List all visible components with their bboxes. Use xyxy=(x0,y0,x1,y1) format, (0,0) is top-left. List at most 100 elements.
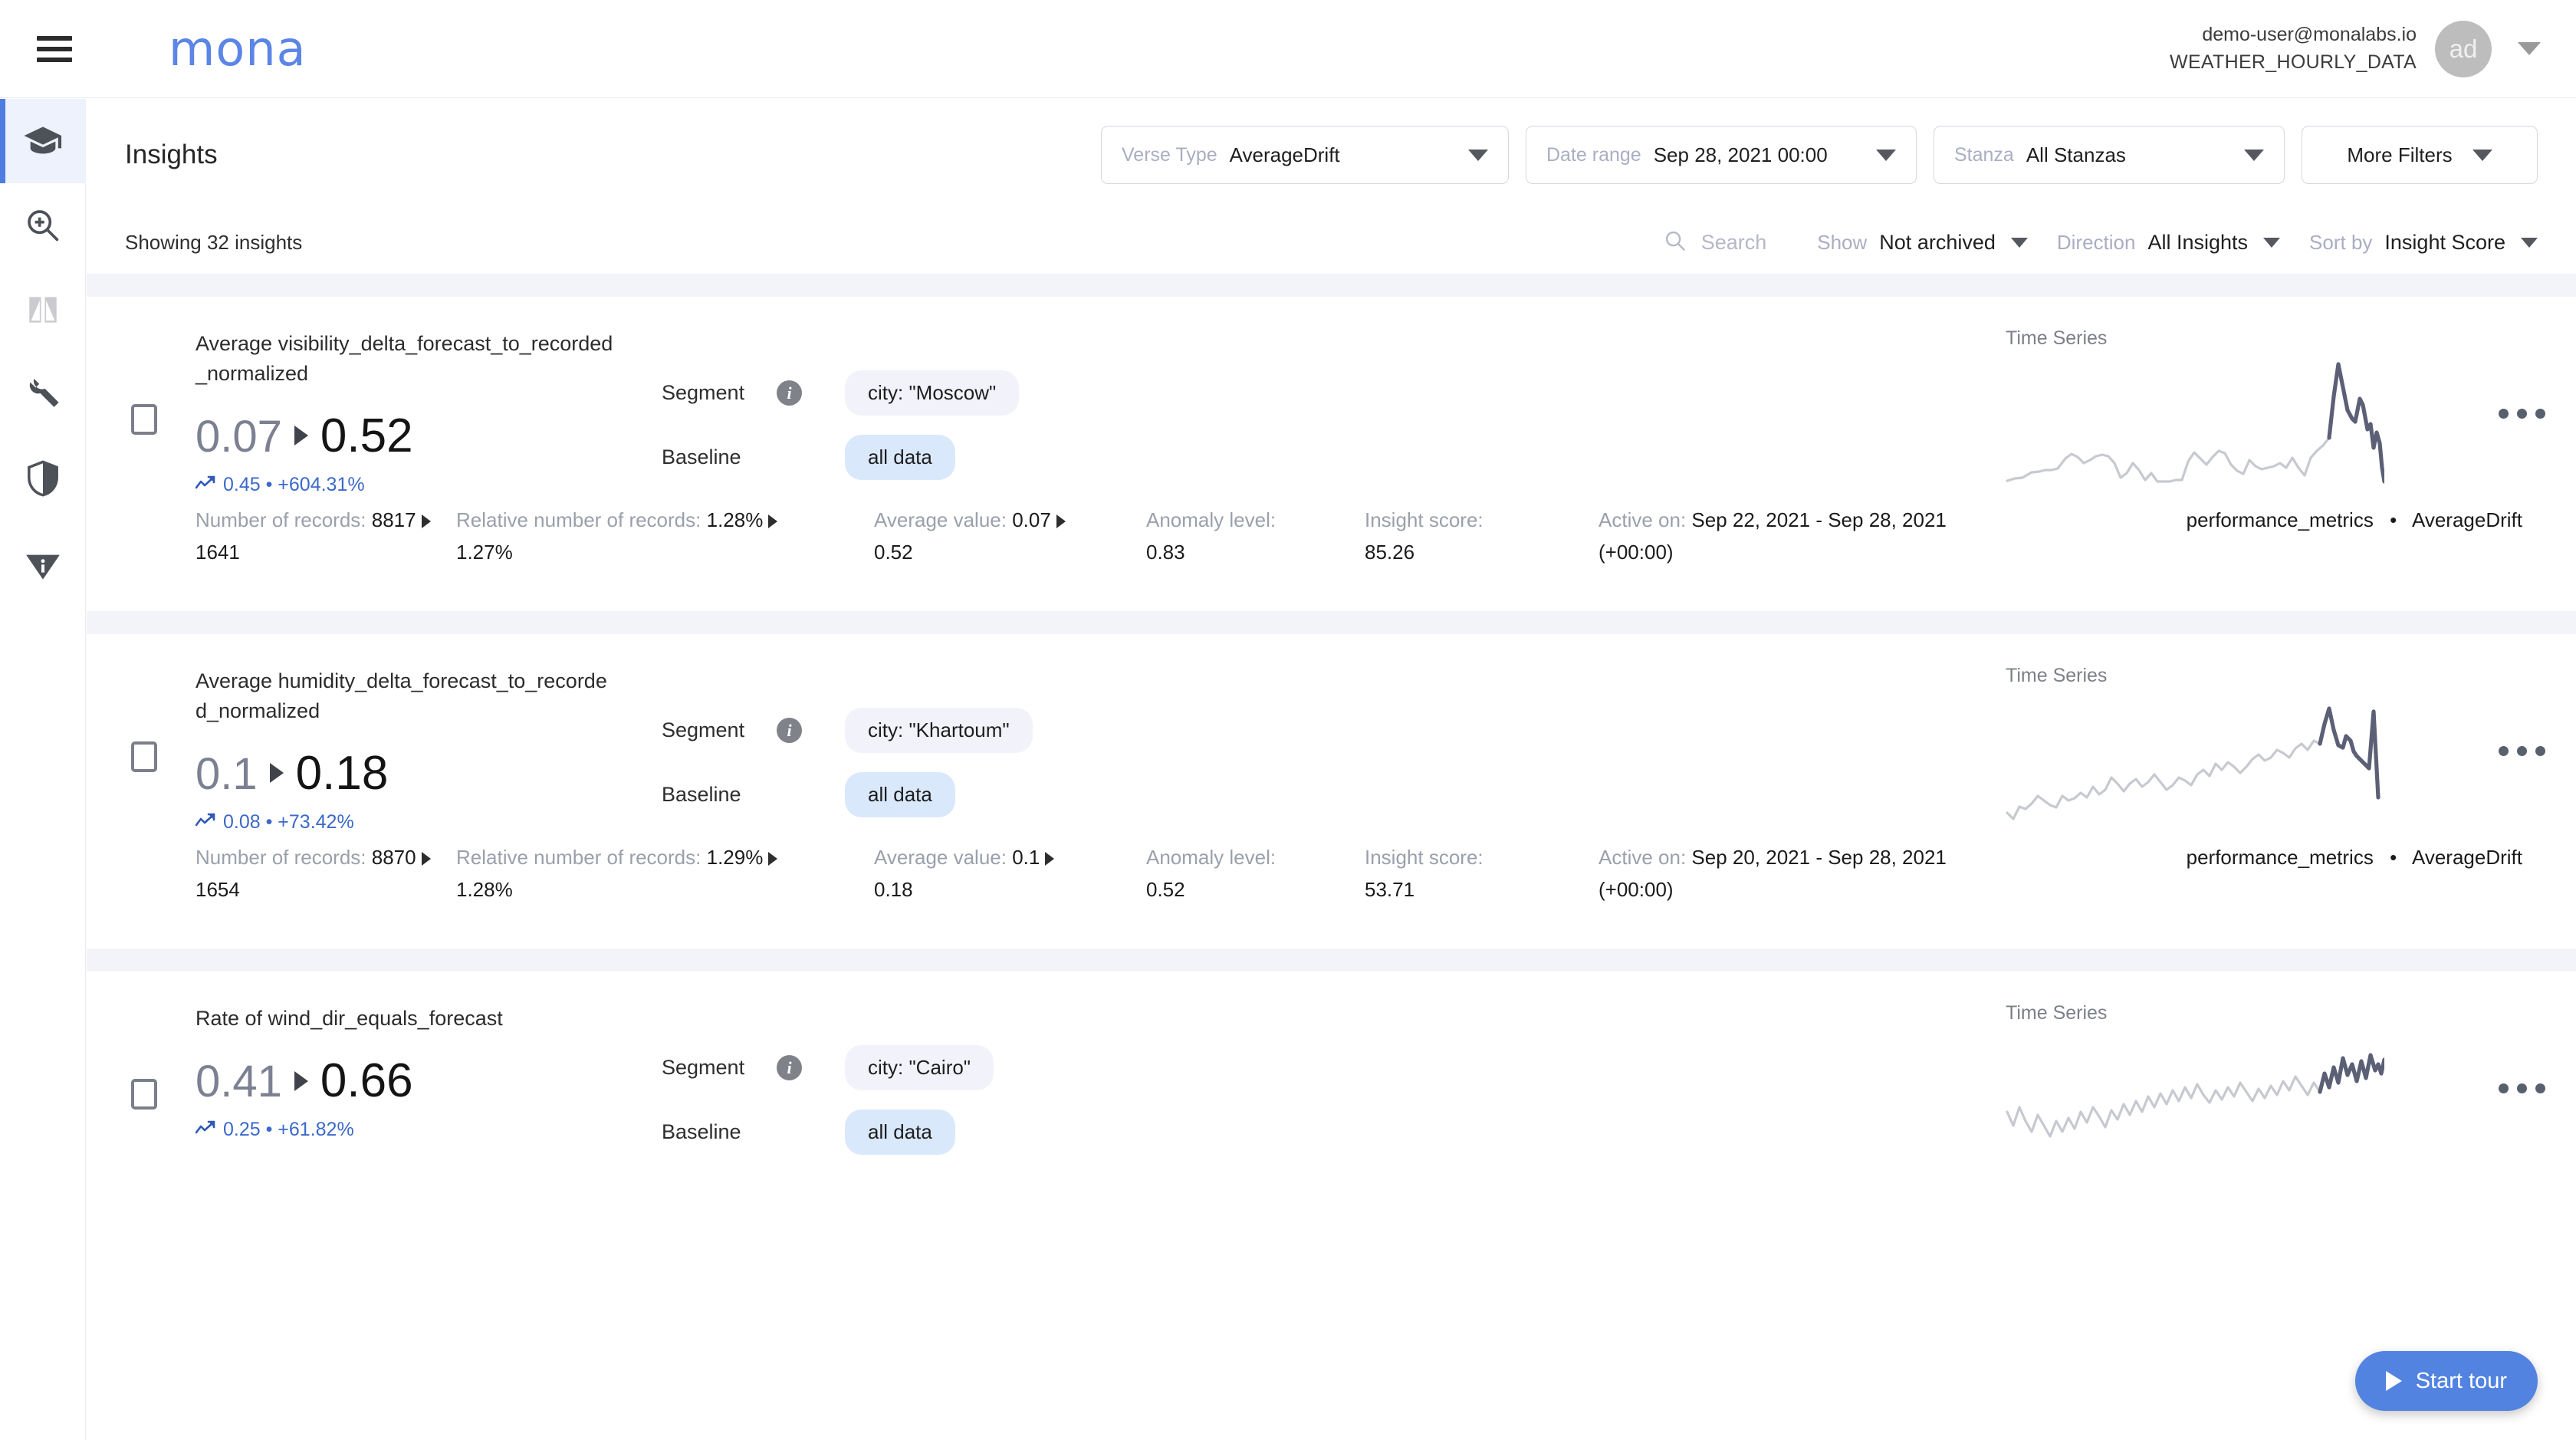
metric-records-value2: 1654 xyxy=(196,878,240,902)
segment-chip[interactable]: city: "Moscow" xyxy=(845,370,1020,416)
sidebar-item-investigation[interactable] xyxy=(0,183,86,268)
info-icon[interactable]: i xyxy=(777,718,802,744)
date-range-select[interactable]: Date range Sep 28, 2021 00:00 xyxy=(1526,126,1917,184)
sparkline-chart xyxy=(2006,1053,2384,1139)
stanza-select[interactable]: Stanza All Stanzas xyxy=(1934,126,2285,184)
metric-average-value: Average value: 0.1 0.18 xyxy=(874,841,1146,906)
chart-title: Time Series xyxy=(2006,665,2108,687)
chevron-down-icon[interactable] xyxy=(1876,149,1896,161)
info-triangle-icon xyxy=(22,542,64,584)
zoom-in-icon xyxy=(23,205,63,245)
metric-anomaly-value: 0.52 xyxy=(1146,878,1185,902)
metric-anomaly-label: Anomaly level: xyxy=(1146,508,1276,531)
sidebar-item-insights[interactable] xyxy=(0,99,86,183)
insight-values: 0.41 0.66 xyxy=(196,1054,616,1108)
metric-relative-value2: 1.27% xyxy=(456,541,513,564)
metric-active-label: Active on: xyxy=(1598,846,1687,870)
insight-chart[interactable]: Time Series xyxy=(2001,634,2545,824)
metric-records: Number of records: 8870 1654 xyxy=(196,841,456,906)
insight-checkbox[interactable] xyxy=(131,741,157,773)
insight-delta: 0.25 • +61.82% xyxy=(195,1119,616,1141)
page-title: Insights xyxy=(125,140,218,169)
sidebar-item-info[interactable] xyxy=(0,521,86,605)
segment-label: Segment xyxy=(662,718,745,742)
insight-chart[interactable]: Time Series xyxy=(2001,972,2545,1162)
metric-anomaly-label: Anomaly level: xyxy=(1146,846,1276,870)
chart-title: Time Series xyxy=(2006,1002,2108,1024)
arrow-right-icon xyxy=(768,852,778,866)
verse-type-select[interactable]: Verse Type AverageDrift xyxy=(1101,126,1509,184)
baseline-row: Baseline all data xyxy=(662,772,1152,818)
insight-values: 0.1 0.18 xyxy=(196,746,616,801)
baseline-chip[interactable]: all data xyxy=(845,772,955,818)
insight-menu-button[interactable] xyxy=(2499,1083,2545,1094)
direction-filter-label: Direction xyxy=(2056,230,2136,254)
insight-delta: 0.08 • +73.42% xyxy=(195,811,616,833)
sort-by-filter[interactable]: Sort by Insight Score xyxy=(2309,231,2538,255)
sort-by-label: Sort by xyxy=(2309,230,2373,254)
info-icon[interactable]: i xyxy=(777,380,802,406)
metric-relative-label: Relative number of records: xyxy=(456,846,702,870)
sparkline-chart xyxy=(2006,362,2384,484)
sidebar-item-configuration[interactable] xyxy=(0,352,86,436)
insight-segments: Segment i city: "Moscow" Baseline all da… xyxy=(616,297,1152,499)
chevron-down-icon[interactable] xyxy=(1468,149,1488,161)
insight-checkbox[interactable] xyxy=(131,1079,157,1110)
segment-chip[interactable]: city: "Khartoum" xyxy=(845,708,1033,754)
show-filter[interactable]: Show Not archived xyxy=(1817,231,2028,255)
insight-metrics: Number of records: 8817 1641 Relative nu… xyxy=(125,504,2538,611)
insight-title: Average humidity_delta_forecast_to_recor… xyxy=(196,669,607,723)
insight-chart[interactable]: Time Series xyxy=(2001,297,2545,487)
segment-row: Segment i city: "Khartoum" xyxy=(662,708,1152,754)
insight-menu-button[interactable] xyxy=(2499,409,2545,419)
metric-active-on: Active on: Sep 22, 2021 - Sep 28, 2021 (… xyxy=(1598,504,2058,568)
more-filters-button[interactable]: More Filters xyxy=(2302,126,2538,184)
info-icon[interactable]: i xyxy=(777,1055,802,1081)
insight-value-to: 0.18 xyxy=(295,746,389,800)
chevron-down-icon[interactable] xyxy=(2263,237,2281,248)
metric-records-label: Number of records: xyxy=(196,846,366,870)
insight-tags: performance_metrics • AverageDrift xyxy=(2187,504,2538,568)
filter-controls: Verse Type AverageDrift Date range Sep 2… xyxy=(1101,126,2538,184)
arrow-right-icon xyxy=(1045,852,1055,866)
chevron-down-icon[interactable] xyxy=(2244,149,2264,161)
kebab-dot xyxy=(2499,1083,2509,1094)
insight-card[interactable]: Rate of wind_dir_equals_forecast 0.41 0.… xyxy=(87,972,2576,1179)
direction-filter-value: All Insights xyxy=(2147,230,2249,254)
baseline-chip[interactable]: all data xyxy=(845,435,955,480)
brand-logo[interactable]: mona xyxy=(169,21,307,77)
metric-relative-value2: 1.28% xyxy=(456,878,513,902)
search-input[interactable]: Search xyxy=(1663,228,1766,257)
insight-card[interactable]: Average humidity_delta_forecast_to_recor… xyxy=(87,634,2576,949)
tag-verse-type: AverageDrift xyxy=(2411,846,2522,870)
insight-summary: Average humidity_delta_forecast_to_recor… xyxy=(125,634,616,833)
user-menu[interactable]: demo-user@monalabs.io WEATHER_HOURLY_DAT… xyxy=(2170,20,2541,77)
sidebar xyxy=(0,99,86,1440)
metric-average-label: Average value: xyxy=(874,846,1007,870)
trend-up-icon xyxy=(195,812,217,833)
segment-chip[interactable]: city: "Cairo" xyxy=(845,1045,994,1091)
insight-checkbox[interactable] xyxy=(131,404,157,435)
chevron-down-icon[interactable] xyxy=(2521,237,2538,248)
hamburger-menu-icon[interactable] xyxy=(37,35,72,62)
segment-row: Segment i city: "Cairo" xyxy=(662,1045,1152,1091)
metric-insight-score: Insight score: 53.71 xyxy=(1365,841,1598,906)
kebab-dot xyxy=(2535,746,2545,757)
start-tour-button[interactable]: Start tour xyxy=(2354,1351,2538,1411)
metric-insight-score-label: Insight score: xyxy=(1365,846,1484,870)
avatar[interactable]: ad xyxy=(2435,20,2492,77)
insight-card-top: Rate of wind_dir_equals_forecast 0.41 0.… xyxy=(125,972,2545,1179)
tag-context: performance_metrics xyxy=(2186,508,2374,531)
segment-row: Segment i city: "Moscow" xyxy=(662,370,1152,416)
baseline-chip[interactable]: all data xyxy=(845,1110,955,1156)
sidebar-item-compare[interactable] xyxy=(0,268,86,352)
direction-filter[interactable]: Direction All Insights xyxy=(2056,230,2281,255)
chevron-down-icon[interactable] xyxy=(2472,149,2492,161)
insight-title: Average visibility_delta_forecast_to_rec… xyxy=(196,332,613,385)
chevron-down-icon[interactable] xyxy=(2518,42,2541,55)
sidebar-item-security[interactable] xyxy=(0,436,86,521)
metric-average-value: Average value: 0.07 0.52 xyxy=(874,504,1146,568)
insight-card[interactable]: Average visibility_delta_forecast_to_rec… xyxy=(87,297,2576,612)
insight-menu-button[interactable] xyxy=(2499,746,2545,757)
chevron-down-icon[interactable] xyxy=(2010,237,2028,248)
